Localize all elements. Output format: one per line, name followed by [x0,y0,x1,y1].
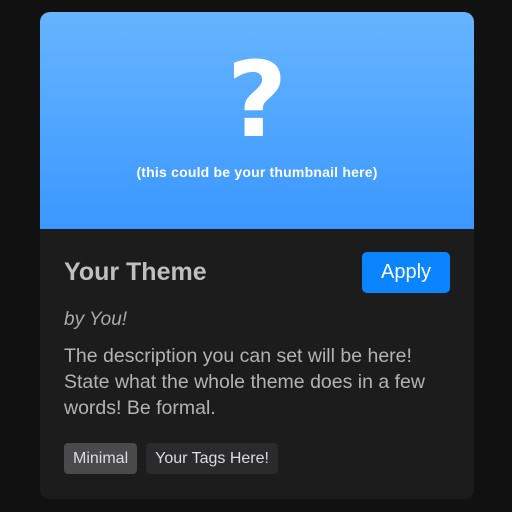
theme-title: Your Theme [64,258,207,286]
theme-thumbnail: ? (this could be your thumbnail here) [40,12,474,229]
tag-minimal[interactable]: Minimal [64,443,138,474]
tag-list: Minimal Your Tags Here! [64,443,278,474]
question-mark-icon: ? [226,39,288,161]
theme-description: The description you can set will be here… [64,345,425,419]
tag-your-tags-here[interactable]: Your Tags Here! [146,443,278,474]
thumbnail-caption: (this could be your thumbnail here) [136,164,378,180]
theme-card: ? (this could be your thumbnail here) Yo… [40,12,474,499]
apply-button[interactable]: Apply [362,252,450,293]
theme-author: by You! [64,309,128,330]
